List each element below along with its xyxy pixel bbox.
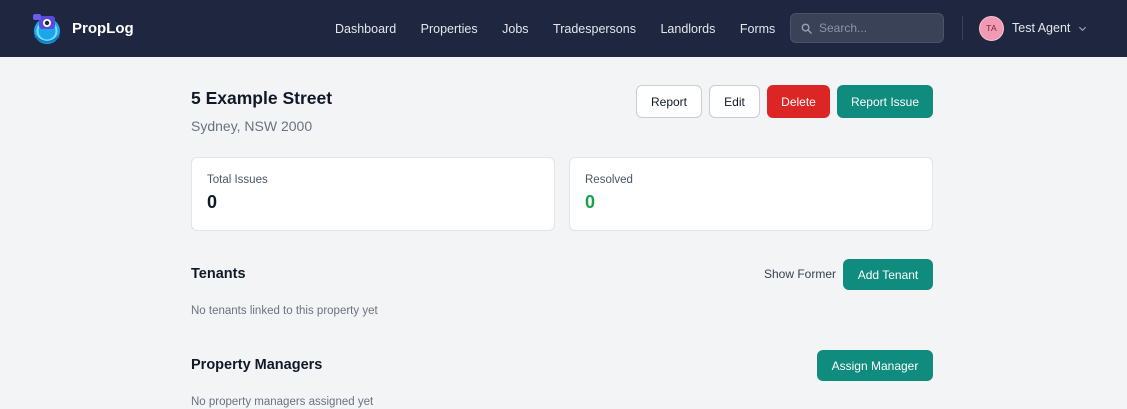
nav-link-landlords[interactable]: Landlords	[660, 22, 715, 36]
chevron-down-icon	[1079, 26, 1087, 31]
search-box[interactable]	[790, 13, 944, 43]
main-nav: Dashboard Properties Jobs Tradespersons …	[335, 0, 800, 57]
report-button[interactable]: Report	[636, 85, 702, 118]
property-address: Sydney, NSW 2000	[191, 118, 313, 134]
page-title: 5 Example Street	[191, 88, 333, 108]
tenants-section-title: Tenants	[191, 266, 246, 282]
brand-name: PropLog	[72, 19, 134, 37]
user-menu[interactable]: TA Test Agent	[979, 15, 1087, 41]
brand[interactable]: PropLog	[29, 10, 134, 46]
total-issues-value: 0	[207, 192, 218, 212]
user-name: Test Agent	[1012, 21, 1071, 35]
avatar: TA	[979, 15, 1004, 41]
add-tenant-button[interactable]: Add Tenant	[843, 259, 933, 290]
nav-link-tradespersons[interactable]: Tradespersons	[553, 22, 636, 36]
top-navbar: PropLog Dashboard Properties Jobs Trades…	[0, 0, 1127, 57]
total-issues-card: Total Issues 0	[191, 157, 555, 231]
resolved-value: 0	[585, 192, 596, 212]
delete-button[interactable]: Delete	[767, 85, 830, 118]
show-former-toggle[interactable]: Show Former	[764, 267, 836, 281]
proplog-logo-icon	[33, 14, 60, 44]
report-issue-button[interactable]: Report Issue	[837, 85, 933, 118]
tenants-empty-message: No tenants linked to this property yet	[191, 305, 378, 317]
resolved-card: Resolved 0	[569, 157, 933, 231]
managers-section-title: Property Managers	[191, 357, 323, 373]
nav-link-jobs[interactable]: Jobs	[502, 22, 528, 36]
nav-divider	[962, 16, 963, 40]
managers-empty-message: No property managers assigned yet	[191, 396, 374, 408]
assign-manager-button[interactable]: Assign Manager	[817, 350, 933, 381]
search-icon	[801, 23, 812, 34]
edit-button[interactable]: Edit	[709, 85, 760, 118]
resolved-label: Resolved	[585, 174, 633, 186]
nav-link-properties[interactable]: Properties	[421, 22, 478, 36]
search-input[interactable]	[819, 21, 939, 35]
nav-link-forms[interactable]: Forms	[740, 22, 775, 36]
nav-link-dashboard[interactable]: Dashboard	[335, 22, 396, 36]
total-issues-label: Total Issues	[207, 174, 268, 186]
